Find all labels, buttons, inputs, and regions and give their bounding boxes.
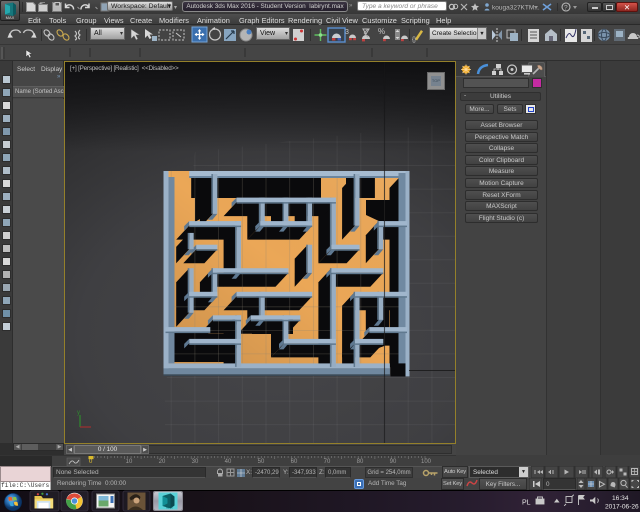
svg-text:MAX: MAX xyxy=(166,506,174,510)
svg-text:16:34: 16:34 xyxy=(612,495,629,502)
svg-text:PL: PL xyxy=(522,500,531,507)
svg-text:%: % xyxy=(378,27,385,36)
svg-text:{}: {} xyxy=(412,37,416,43)
svg-text:?: ? xyxy=(564,5,568,12)
svg-text:2017-06-26: 2017-06-26 xyxy=(605,504,639,511)
svg-text:kouga327KTM...: kouga327KTM... xyxy=(492,5,540,12)
svg-text:3: 3 xyxy=(345,29,349,36)
svg-text:y: y xyxy=(77,410,80,416)
